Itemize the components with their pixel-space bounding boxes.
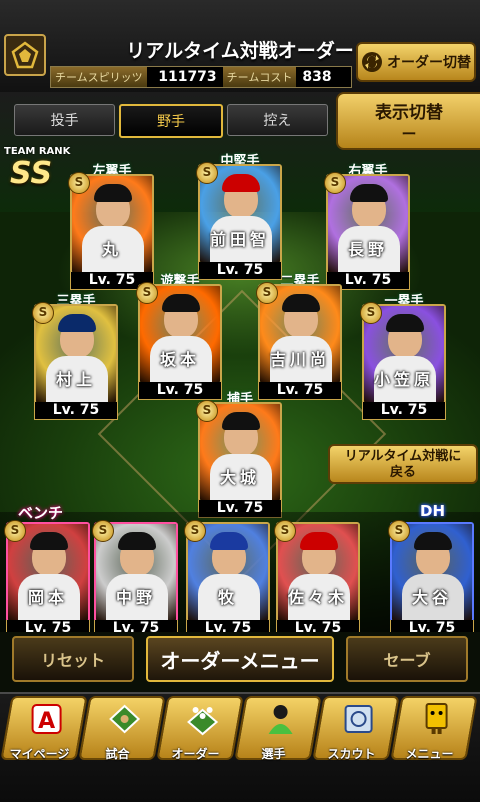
rarity-badge-icon: S <box>196 400 218 422</box>
player-icon <box>268 705 293 734</box>
tab-fielder[interactable]: 野手 <box>119 104 223 138</box>
nav-scout[interactable]: スカウト <box>312 696 400 761</box>
dh-label: DH <box>420 502 446 520</box>
rarity-badge-icon: S <box>274 520 296 542</box>
nav-label: オーダー <box>171 747 220 761</box>
tab-pitcher[interactable]: 投手 <box>14 104 116 136</box>
stadium-icon <box>109 704 141 734</box>
rarity-badge-icon: S <box>360 302 382 324</box>
nav-menu[interactable]: メニュー <box>390 696 478 761</box>
rarity-badge-icon: S <box>184 520 206 542</box>
player-level: Lv. 75 <box>362 402 446 420</box>
nav-label: マイページ <box>9 747 70 761</box>
nav-order[interactable]: オーダー <box>156 696 244 761</box>
bench-card[interactable]: S 牧 Lv. 75 <box>184 520 270 638</box>
display-switch-value: ー <box>401 125 417 143</box>
rarity-badge-icon: S <box>4 520 26 542</box>
player-name: 小笠原 <box>373 370 434 389</box>
order-menu-button[interactable]: オーダーメニュー <box>146 636 334 682</box>
rarity-badge-icon: S <box>136 282 158 304</box>
player-name: 坂本 <box>159 350 200 369</box>
player-card-catcher[interactable]: 捕手 S 大城 Lv. 75 <box>196 392 282 518</box>
player-name: 中野 <box>115 588 156 607</box>
bench-card[interactable]: S 岡本 Lv. 75 <box>4 520 90 638</box>
display-switch-label: 表示切替 <box>375 103 443 123</box>
nav-players[interactable]: 選手 <box>234 696 322 761</box>
player-name: 吉川尚 <box>269 350 330 369</box>
return-button-line1: リアルタイム対戦に <box>344 449 462 464</box>
swap-icon <box>362 52 382 72</box>
rarity-badge-icon: S <box>68 172 90 194</box>
reset-button[interactable]: リセット <box>12 636 134 682</box>
save-button[interactable]: セーブ <box>346 636 468 682</box>
team-cost-value: 838 <box>302 69 332 85</box>
player-name: 佐々木 <box>287 588 348 607</box>
player-card-center-field[interactable]: 中堅手 S 前田智 Lv. 75 <box>196 154 282 280</box>
nav-label: 選手 <box>261 747 286 761</box>
svg-text:A: A <box>38 709 55 734</box>
player-name: 村上 <box>55 370 96 389</box>
player-name: 丸 <box>101 240 122 259</box>
return-to-realtime-button[interactable]: リアルタイム対戦に 戻る <box>328 444 478 484</box>
team-stats-bar: チームスピリッツ 111773 チームコスト 838 <box>50 66 352 88</box>
rarity-badge-icon: S <box>32 302 54 324</box>
nav-label: 試合 <box>105 747 130 761</box>
player-name: 岡本 <box>27 588 68 607</box>
rarity-badge-icon: S <box>92 520 114 542</box>
nav-label: スカウト <box>327 747 376 761</box>
menu-icon <box>425 703 448 734</box>
header: リアルタイム対戦オーダー チームスピリッツ 111773 チームコスト 838 … <box>0 0 480 94</box>
player-card-shortstop[interactable]: 遊撃手 S 坂本 Lv. 75 <box>136 274 222 400</box>
bench-card[interactable]: S 中野 Lv. 75 <box>92 520 178 638</box>
position-tabs: 投手 野手 控え <box>14 104 328 138</box>
bench-label: ベンチ <box>18 504 64 522</box>
scout-icon <box>344 705 373 733</box>
team-spirit-value: 111773 <box>158 69 217 85</box>
dh-card[interactable]: S 大谷 Lv. 75 <box>388 520 474 638</box>
rarity-badge-icon: S <box>324 172 346 194</box>
nav-label: メニュー <box>405 747 454 761</box>
player-card-second-base[interactable]: 二塁手 S 吉川尚 Lv. 75 <box>256 274 342 400</box>
order-switch-button[interactable]: オーダー切替 <box>356 42 476 82</box>
rarity-badge-icon: S <box>196 162 218 184</box>
team-rank-value: SS <box>10 156 53 191</box>
mypage-icon: A <box>31 704 62 734</box>
player-name: 牧 <box>217 588 238 607</box>
order-switch-label: オーダー切替 <box>387 55 471 71</box>
rarity-badge-icon: S <box>388 520 410 542</box>
bench-card[interactable]: S 佐々木 Lv. 75 <box>274 520 360 638</box>
order-icon <box>187 707 219 736</box>
player-card-first-base[interactable]: 一塁手 S 小笠原 Lv. 75 <box>360 294 446 420</box>
tab-bench[interactable]: 控え <box>226 104 328 136</box>
player-name: 前田智 <box>209 230 270 249</box>
team-spirit-label: チームスピリッツ <box>51 67 147 87</box>
team-cost-label: チームコスト <box>222 67 297 87</box>
rarity-badge-icon: S <box>256 282 278 304</box>
return-button-line2: 戻る <box>389 465 416 480</box>
player-level: Lv. 75 <box>34 402 118 420</box>
player-name: 大城 <box>219 468 260 487</box>
nav-game[interactable]: 試合 <box>78 696 166 761</box>
nav-mypage[interactable]: A マイページ <box>0 696 88 761</box>
player-name: 長野 <box>347 240 388 259</box>
display-switch-button[interactable]: 表示切替 ー <box>336 92 480 150</box>
player-name: 大谷 <box>411 588 452 607</box>
player-card-third-base[interactable]: 三塁手 S 村上 Lv. 75 <box>32 294 118 420</box>
